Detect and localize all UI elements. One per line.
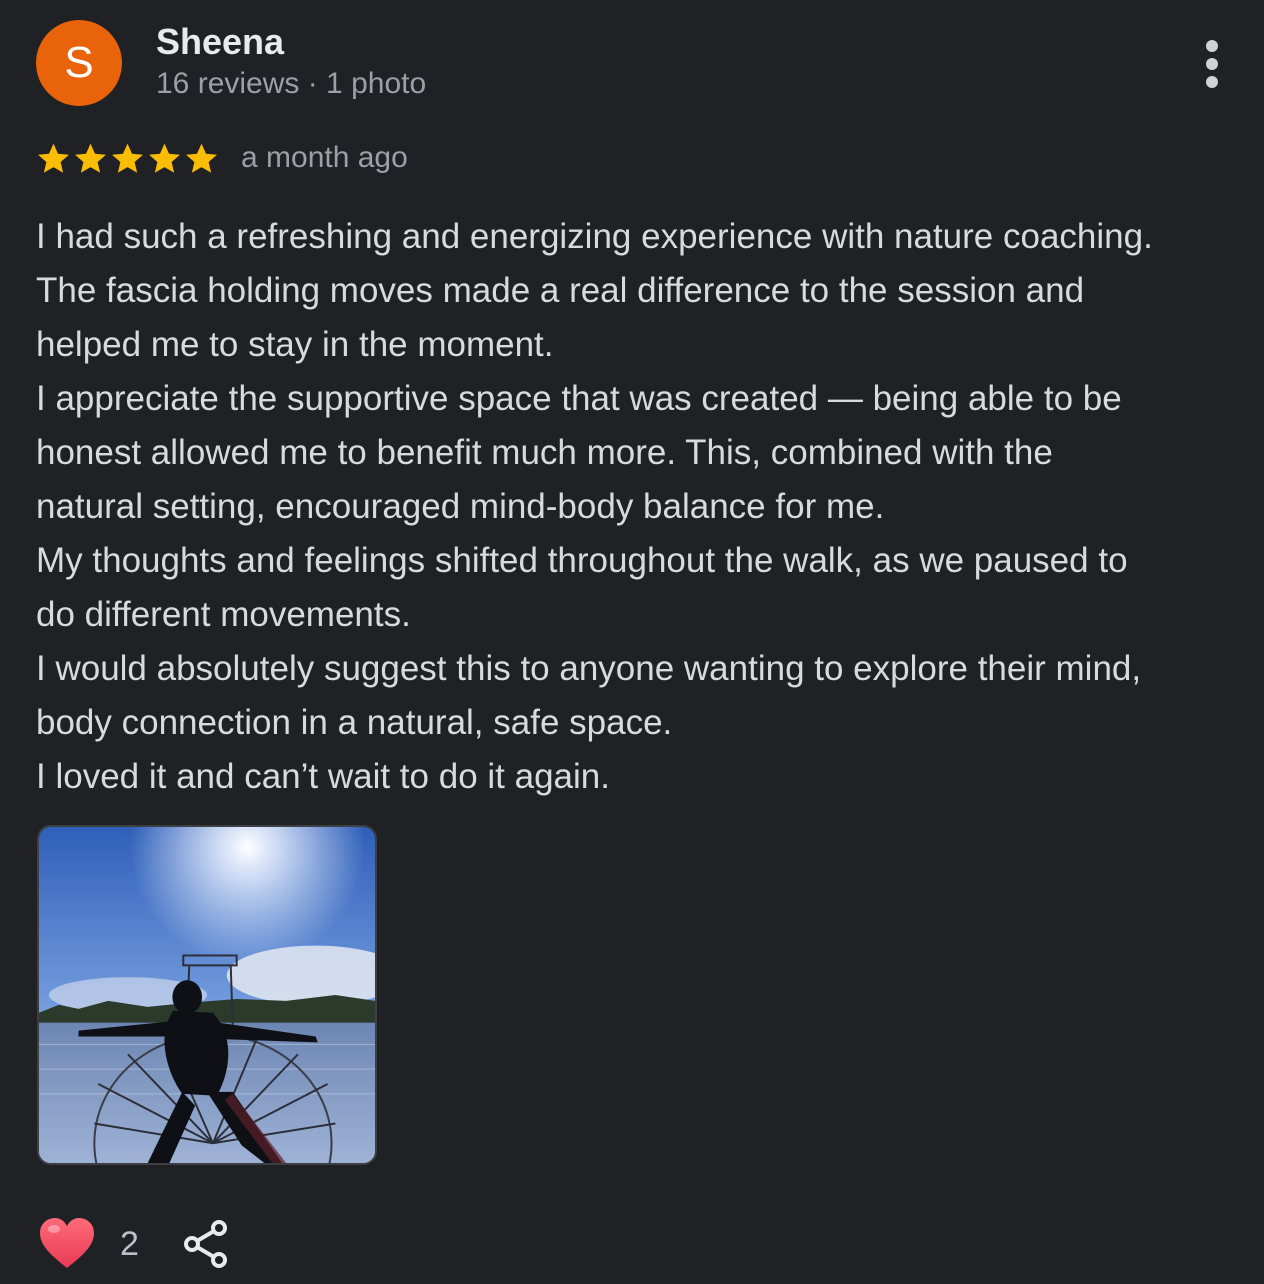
review-time: a month ago <box>241 141 408 174</box>
like-count: 2 <box>120 1224 139 1263</box>
star-icon <box>186 143 217 173</box>
author-meta: 16 reviews · 1 photo <box>156 67 427 100</box>
review-line: natural setting, encouraged mind-body ba… <box>36 487 885 526</box>
more-vert-icon <box>1206 40 1218 52</box>
rating-row: a month ago <box>36 138 408 178</box>
heart-icon[interactable] <box>38 1216 96 1272</box>
review-card: S Sheena 16 reviews · 1 photo a month ag… <box>0 0 1264 1284</box>
star-icon <box>149 143 180 173</box>
review-text: I had such a refreshing and energizing e… <box>36 210 1256 804</box>
review-line: The fascia holding moves made a real dif… <box>36 271 1085 310</box>
more-options-button[interactable] <box>1190 36 1234 92</box>
review-line: I would absolutely suggest this to anyon… <box>36 649 1142 688</box>
review-line: My thoughts and feelings shifted through… <box>36 541 1128 580</box>
review-line: do different movements. <box>36 595 411 634</box>
review-line: I loved it and can’t wait to do it again… <box>36 757 610 796</box>
author-name[interactable]: Sheena <box>156 22 284 62</box>
review-photo[interactable] <box>37 825 377 1165</box>
review-actions: 2 <box>38 1216 229 1272</box>
photo-lake-yoga <box>39 827 375 1163</box>
share-icon[interactable] <box>183 1219 229 1269</box>
review-line: honest allowed me to benefit much more. … <box>36 433 1053 472</box>
review-line: body connection in a natural, safe space… <box>36 703 673 742</box>
review-line: I had such a refreshing and energizing e… <box>36 217 1153 256</box>
star-rating <box>36 141 219 176</box>
review-line: helped me to stay in the moment. <box>36 325 554 364</box>
star-icon <box>112 143 143 173</box>
review-line: I appreciate the supportive space that w… <box>36 379 1122 418</box>
star-icon <box>75 143 106 173</box>
avatar[interactable]: S <box>36 20 122 106</box>
star-icon <box>38 143 69 173</box>
